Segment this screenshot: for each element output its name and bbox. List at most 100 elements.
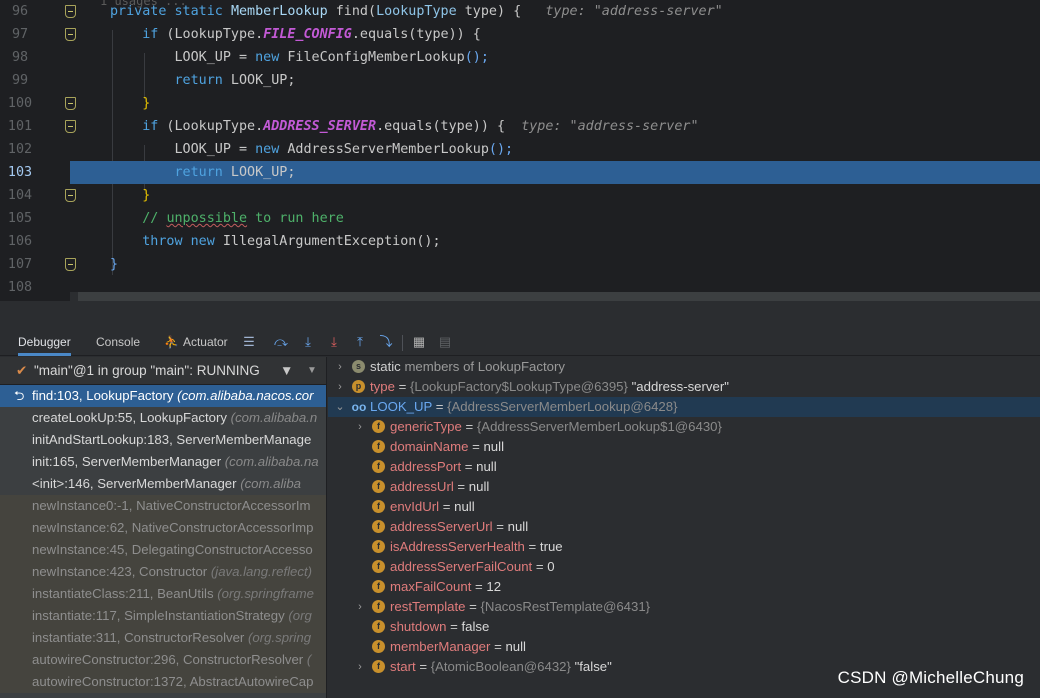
chevron-right-icon[interactable]: › bbox=[354, 417, 366, 437]
variable-value: null bbox=[454, 499, 475, 514]
code-line[interactable]: 96 private static MemberLookup find(Looku… bbox=[0, 0, 1040, 23]
variable-node[interactable]: f addressServerUrl = null bbox=[328, 517, 1040, 537]
tab-console[interactable]: Console bbox=[96, 329, 140, 356]
chevron-right-icon[interactable]: › bbox=[334, 377, 346, 397]
field-icon: f bbox=[372, 620, 385, 633]
variable-object-ref: {AtomicBoolean@6432} bbox=[430, 659, 571, 674]
fold-marker-icon[interactable] bbox=[65, 120, 76, 133]
variable-node[interactable]: f memberManager = null bbox=[328, 637, 1040, 657]
variable-node[interactable]: ⌄ oo LOOK_UP = {AddressServerMemberLookup@… bbox=[328, 397, 1040, 417]
code-line[interactable]: 107} bbox=[0, 253, 1040, 276]
run-to-cursor-icon[interactable]: ⤵ bbox=[378, 334, 394, 350]
variable-value: null bbox=[476, 459, 497, 474]
variable-node[interactable]: › f genericType = {AddressServerMemberLook… bbox=[328, 417, 1040, 437]
stack-frame[interactable]: initAndStartLookup:183, ServerMemberMana… bbox=[0, 429, 326, 451]
debug-tool-window: Debugger Console ⛹ Actuator ☰ ⤼ ⤓ ⤓ ⤒ ⤵ ▦… bbox=[0, 301, 1040, 698]
stack-frame[interactable]: init:165, ServerMemberManager (com.aliba… bbox=[0, 451, 326, 473]
line-number: 103 bbox=[7, 165, 33, 180]
stack-frame[interactable]: newInstance:45, DelegatingConstructorAcc… bbox=[0, 539, 326, 561]
field-icon: f bbox=[372, 640, 385, 653]
step-out-icon[interactable]: ⤒ bbox=[352, 334, 368, 350]
force-step-into-icon[interactable]: ⤓ bbox=[326, 334, 342, 350]
code-line[interactable]: 100 } bbox=[0, 92, 1040, 115]
stack-frame[interactable]: instantiateClass:211, BeanUtils (org.spr… bbox=[0, 583, 326, 605]
variable-node[interactable]: › s static members of LookupFactory bbox=[328, 357, 1040, 377]
variable-node[interactable]: f domainName = null bbox=[328, 437, 1040, 457]
variable-node[interactable]: f isAddressServerHealth = true bbox=[328, 537, 1040, 557]
variable-node[interactable]: › f restTemplate = {NacosRestTemplate@6431… bbox=[328, 597, 1040, 617]
fold-marker-icon[interactable] bbox=[65, 189, 76, 202]
variable-node[interactable]: › p type = {LookupFactory$LookupType@6395}… bbox=[328, 377, 1040, 397]
code-line[interactable]: 104 } bbox=[0, 184, 1040, 207]
fold-marker-icon[interactable] bbox=[65, 5, 76, 18]
fold-marker-icon[interactable] bbox=[65, 258, 76, 271]
stack-frame[interactable]: newInstance:62, NativeConstructorAccesso… bbox=[0, 517, 326, 539]
fold-marker-icon[interactable] bbox=[65, 28, 76, 41]
variable-object-ref: {AddressServerMemberLookup$1@6430} bbox=[476, 419, 722, 434]
variable-object-ref: {NacosRestTemplate@6431} bbox=[480, 599, 651, 614]
field-icon: f bbox=[372, 460, 385, 473]
chevron-right-icon[interactable]: › bbox=[354, 657, 366, 677]
layout-icon[interactable]: ☰ bbox=[241, 334, 257, 350]
chevron-down-icon[interactable]: ⌄ bbox=[334, 397, 346, 417]
code-line[interactable]: 99 return LOOK_UP; bbox=[0, 69, 1040, 92]
code-line[interactable]: 103 return LOOK_UP; bbox=[0, 161, 1040, 184]
stack-frame[interactable]: newInstance:423, Constructor (java.lang.… bbox=[0, 561, 326, 583]
fold-marker-icon[interactable] bbox=[65, 97, 76, 110]
chevron-down-icon[interactable]: ▼ bbox=[307, 357, 317, 385]
frame-package: (com.alibaba.nacos.cor bbox=[177, 388, 314, 403]
stack-frame[interactable]: instantiate:311, ConstructorResolver (or… bbox=[0, 627, 326, 649]
frame-method: autowireConstructor:296, ConstructorReso… bbox=[32, 652, 304, 667]
parameter-icon: p bbox=[352, 380, 365, 393]
line-number: 108 bbox=[7, 280, 33, 295]
line-number: 99 bbox=[11, 73, 29, 88]
field-icon: f bbox=[372, 480, 385, 493]
frame-method: init:165, ServerMemberManager bbox=[32, 454, 222, 469]
step-over-icon[interactable]: ⤼ bbox=[273, 334, 289, 350]
filter-icon[interactable]: ▼ bbox=[280, 357, 293, 385]
editor-horizontal-scrollbar[interactable] bbox=[70, 292, 1040, 301]
inlay-value-hint: type: "address-server" bbox=[521, 119, 699, 134]
frame-package: ( bbox=[306, 652, 312, 667]
inlay-value-hint: type: "address-server" bbox=[545, 4, 723, 19]
variable-name: shutdown bbox=[390, 619, 447, 634]
code-line[interactable]: 101 if (LookupType.ADDRESS_SERVER.equals… bbox=[0, 115, 1040, 138]
chevron-right-icon[interactable]: › bbox=[354, 597, 366, 617]
stack-frame[interactable]: instantiate:117, SimpleInstantiationStra… bbox=[0, 605, 326, 627]
variable-value: 0 bbox=[547, 559, 555, 574]
frame-package: (com.aliba bbox=[240, 476, 302, 491]
chevron-right-icon[interactable]: › bbox=[334, 357, 346, 377]
variables-panel: › s static members of LookupFactory › p type … bbox=[328, 357, 1040, 698]
frame-method: newInstance:62, NativeConstructorAccesso… bbox=[32, 520, 314, 535]
stack-frame[interactable]: autowireConstructor:1372, AbstractAutowi… bbox=[0, 671, 326, 693]
evaluate-icon[interactable]: ▦ bbox=[411, 334, 427, 350]
variable-node[interactable]: f addressPort = null bbox=[328, 457, 1040, 477]
stack-frame[interactable]: newInstance0:-1, NativeConstructorAccess… bbox=[0, 495, 326, 517]
tab-debugger[interactable]: Debugger bbox=[18, 329, 71, 356]
code-text: LOOK_UP = new AddressServerMemberLookup(… bbox=[174, 142, 514, 157]
scrollbar-thumb[interactable] bbox=[78, 292, 1040, 301]
stack-frame[interactable]: ⮌ find:103, LookupFactory (com.alibaba.na… bbox=[0, 385, 326, 407]
stack-frame[interactable]: <init>:146, ServerMemberManager (com.ali… bbox=[0, 473, 326, 495]
stack-frame[interactable]: autowireConstructor:296, ConstructorReso… bbox=[0, 649, 326, 671]
code-editor[interactable]: 1 usages ... 96 private static MemberLook… bbox=[0, 0, 1040, 301]
variable-node[interactable]: f addressUrl = null bbox=[328, 477, 1040, 497]
variable-node[interactable]: f maxFailCount = 12 bbox=[328, 577, 1040, 597]
tab-actuator[interactable]: ⛹ Actuator bbox=[164, 329, 228, 356]
thread-selector[interactable]: ✔ "main"@1 in group "main": RUNNING ▼ ▼ bbox=[0, 357, 326, 385]
code-line[interactable]: 98 LOOK_UP = new FileConfigMemberLookup(… bbox=[0, 46, 1040, 69]
frame-package: (com.alibaba.na bbox=[224, 454, 319, 469]
code-text: } bbox=[110, 257, 119, 272]
variable-node[interactable]: f envIdUrl = null bbox=[328, 497, 1040, 517]
variable-node[interactable]: f shutdown = false bbox=[328, 617, 1040, 637]
code-line[interactable]: 102 LOOK_UP = new AddressServerMemberLoo… bbox=[0, 138, 1040, 161]
variable-value: null bbox=[505, 639, 526, 654]
trace-icon[interactable]: ▤ bbox=[437, 334, 453, 350]
step-into-icon[interactable]: ⤓ bbox=[300, 334, 316, 350]
code-line[interactable]: 105 // unpossible to run here bbox=[0, 207, 1040, 230]
variable-node[interactable]: f addressServerFailCount = 0 bbox=[328, 557, 1040, 577]
stack-frame[interactable]: createLookUp:55, LookupFactory (com.alib… bbox=[0, 407, 326, 429]
code-line[interactable]: 106 throw new IllegalArgumentException()… bbox=[0, 230, 1040, 253]
frame-method: newInstance0:-1, NativeConstructorAccess… bbox=[32, 498, 311, 513]
code-line[interactable]: 97 if (LookupType.FILE_CONFIG.equals(typ… bbox=[0, 23, 1040, 46]
